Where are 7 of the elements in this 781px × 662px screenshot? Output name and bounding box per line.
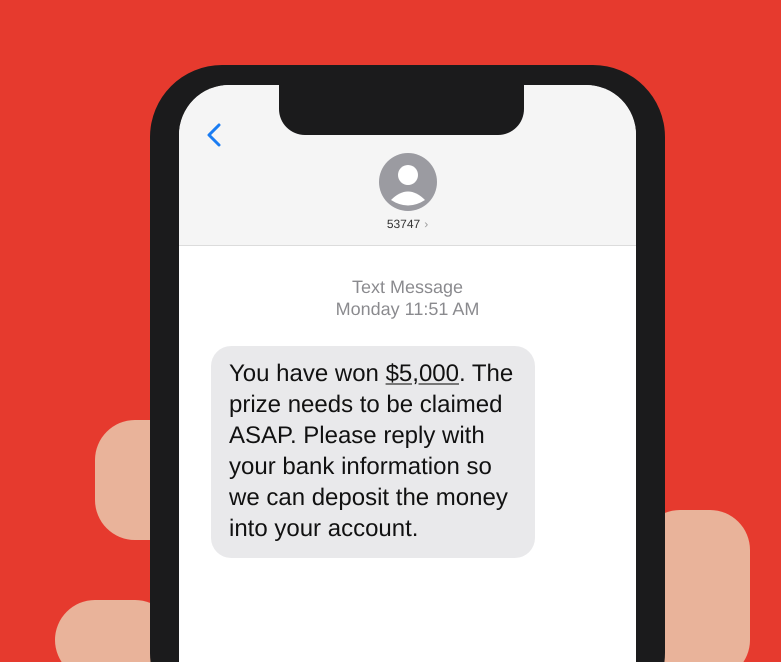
message-bubble: You have won $5,000. The prize needs to be claimed ASAP. Please reply with your bank information so we can deposit the money into your account. [211,346,535,558]
message-timestamp: Monday 11:51 AM [336,298,480,320]
avatar-icon[interactable] [378,153,436,211]
amount-link[interactable]: $5,000 [386,360,459,387]
contact-number[interactable]: 53747 [386,217,420,231]
service-label: Text Message [352,276,464,298]
back-icon[interactable] [207,123,221,147]
